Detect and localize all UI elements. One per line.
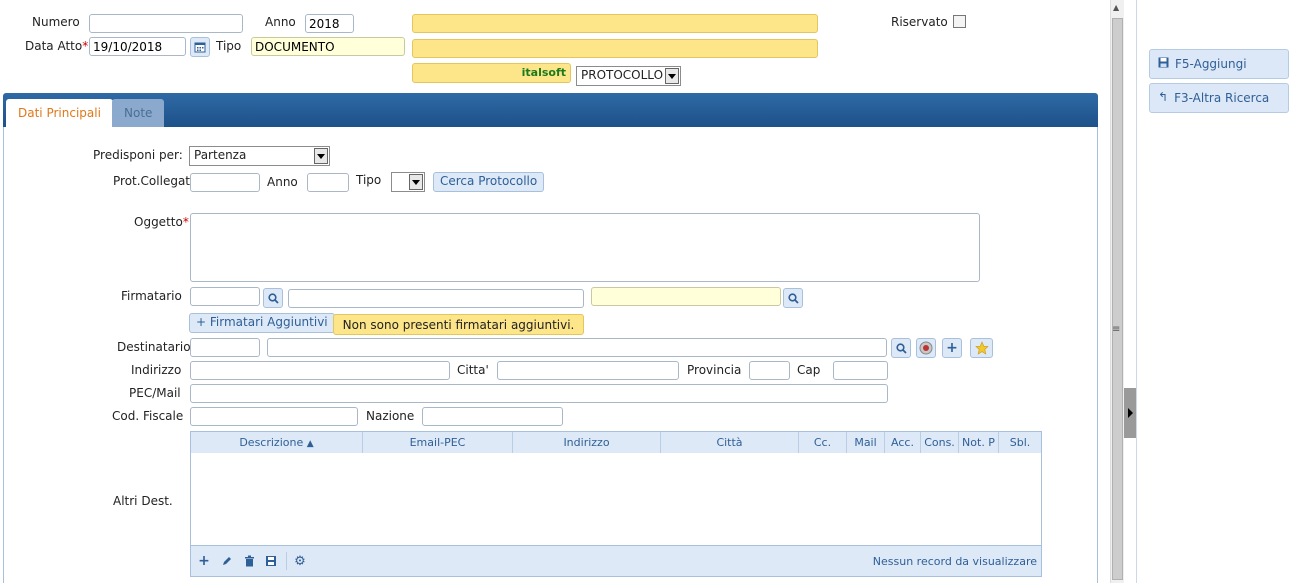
firmatari-aggiuntivi-button[interactable]: + Firmatari Aggiuntivi [189,313,335,333]
nazione-input[interactable] [422,407,563,426]
add-icon[interactable]: + [197,553,211,569]
pec-label: PEC/Mail [129,386,181,400]
search-icon[interactable] [783,288,803,308]
footer-divider [286,552,287,570]
anno-input[interactable] [305,14,354,33]
prot-tipo-select[interactable] [391,172,425,192]
delete-icon[interactable] [242,554,256,568]
firmatari-aggiuntivi-label: Firmatari Aggiuntivi [209,315,328,329]
firmatario-name-input[interactable] [288,289,584,308]
prot-collegato-label: Prot.Collegato [113,174,198,188]
oggetto-textarea[interactable] [190,213,980,282]
destinatario-label: Destinatario [117,340,191,354]
predisponi-select[interactable]: Partenza [189,146,330,166]
indirizzo-input[interactable] [190,361,450,380]
chevron-down-icon [665,68,679,84]
oggetto-label: Oggetto* [134,215,189,229]
col-sbl[interactable]: Sbl. [999,432,1041,453]
prot-anno-input[interactable] [307,173,349,192]
calendar-icon[interactable] [190,37,210,57]
cap-label: Cap [797,363,821,377]
data-atto-label: Data Atto* [25,39,89,53]
save-icon [1158,57,1169,71]
col-cons[interactable]: Cons. [921,432,959,453]
description-field-1 [412,14,818,33]
tab-dati-principali[interactable]: Dati Principali [6,99,113,127]
chevron-down-icon [314,148,328,164]
citta-input[interactable] [497,361,679,380]
prot-collegato-input[interactable] [190,173,260,192]
col-acc[interactable]: Acc. [885,432,921,453]
scrollbar[interactable]: ▲ ≡ [1110,0,1124,583]
cod-fiscale-input[interactable] [190,407,358,426]
sort-asc-icon: ▲ [306,439,314,449]
search-icon[interactable] [263,288,283,308]
grid-footer: + ⚙ Nessun record da visualizzare [190,545,1042,577]
riservato-checkbox[interactable] [953,15,966,28]
numero-input[interactable] [89,14,243,33]
star-icon[interactable] [970,338,993,358]
grid-header: Descrizione ▲ Email-PEC Indirizzo Città … [190,431,1042,454]
tab-bar: Dati Principali Note [3,93,1098,127]
protocollo-select[interactable]: PROTOCOLLO [576,66,681,86]
protocollo-select-value: PROTOCOLLO [581,68,664,82]
numero-label: Numero [32,15,80,29]
scroll-up-icon[interactable]: ▲ [1113,3,1119,12]
provincia-input[interactable] [749,361,790,380]
plus-icon: + [196,315,207,329]
col-citta[interactable]: Città [661,432,799,453]
col-email-pec[interactable]: Email-PEC [363,432,513,453]
cap-input[interactable] [833,361,888,380]
firmatari-message: Non sono presenti firmatari aggiuntivi. [333,314,584,335]
cod-fiscale-label: Cod. Fiscale [112,409,184,423]
col-not-p[interactable]: Not. P [959,432,999,453]
provincia-label: Provincia [687,363,742,377]
aggiungi-label: F5-Aggiungi [1175,57,1247,71]
gear-icon[interactable]: ⚙ [293,554,307,569]
altra-ricerca-label: F3-Altra Ricerca [1174,91,1270,105]
tipo-input[interactable] [251,37,405,56]
grid-body [190,453,1042,545]
export-icon[interactable] [264,554,278,568]
tab-note[interactable]: Note [112,99,165,127]
prot-tipo-label: Tipo [356,173,382,187]
destinatario-name-input[interactable] [267,338,887,357]
aggiungi-button[interactable]: F5-Aggiungi [1149,49,1289,79]
destinatario-code-input[interactable] [190,338,260,357]
citta-label: Citta' [457,363,489,377]
undo-icon: ↰ [1158,90,1169,104]
panel-toggle-handle[interactable] [1124,388,1136,438]
pec-input[interactable] [190,384,888,403]
emblem-icon[interactable] [916,338,936,358]
description-field-2 [412,39,818,58]
col-mail[interactable]: Mail [847,432,885,453]
italsoft-logo: italsoft [412,63,571,83]
col-cc[interactable]: Cc. [799,432,847,453]
plus-icon[interactable]: + [942,338,962,358]
search-icon[interactable] [891,338,911,358]
altri-dest-label: Altri Dest. [113,494,173,508]
cerca-protocollo-button[interactable]: Cerca Protocollo [433,172,545,192]
side-divider [1136,0,1137,583]
empty-grid-message: Nessun record da visualizzare [872,555,1037,568]
nazione-label: Nazione [366,409,415,423]
scrollbar-thumb[interactable] [1112,18,1123,580]
firmatario-code-input[interactable] [190,287,260,306]
indirizzo-label: Indirizzo [131,363,182,377]
firmatario-label: Firmatario [121,289,182,303]
firmatario-ufficio-input[interactable] [591,287,781,306]
prot-anno-label: Anno [267,175,298,189]
predisponi-value: Partenza [194,148,247,162]
riservato-label: Riservato [891,15,948,29]
col-descrizione[interactable]: Descrizione ▲ [191,432,363,453]
tipo-label: Tipo [216,39,242,53]
anno-label: Anno [265,15,296,29]
col-indirizzo[interactable]: Indirizzo [513,432,661,453]
predisponi-label: Predisponi per: [93,148,183,162]
altra-ricerca-button[interactable]: ↰ F3-Altra Ricerca [1149,83,1289,113]
edit-icon[interactable] [220,554,234,568]
chevron-down-icon [409,174,423,190]
grip-icon: ≡ [1112,324,1121,335]
data-atto-input[interactable] [89,37,186,56]
